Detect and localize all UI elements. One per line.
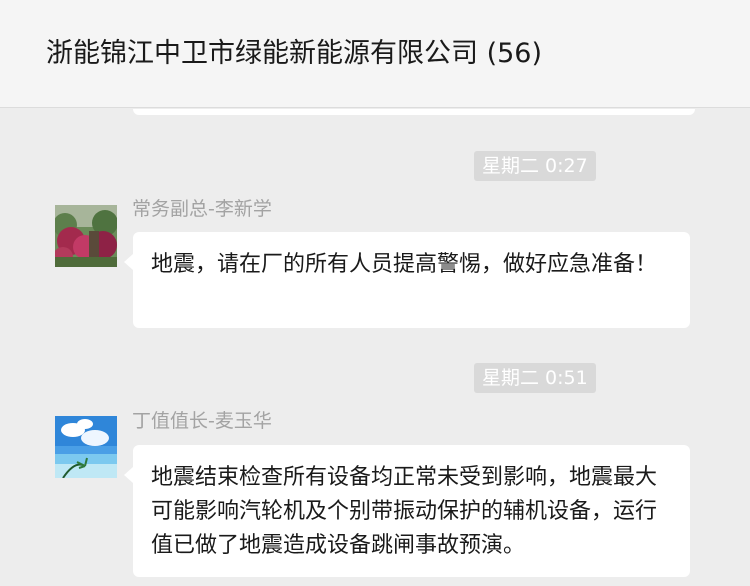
previous-message-bubble (133, 109, 695, 115)
flower-garden-photo-avatar (55, 205, 117, 267)
avatar[interactable] (55, 416, 117, 478)
message-list[interactable]: 星期二 0:27 常务副总-李新学 地震，请在厂的所有人员提高警惕，做好应急准备… (0, 109, 750, 586)
sender-name: 丁值值长-麦玉华 (132, 410, 272, 432)
message-bubble[interactable]: 地震结束检查所有设备均正常未受到影响，地震最大可能影响汽轮机及个别带振动保护的辅… (124, 445, 690, 577)
beach-sky-photo-avatar (55, 416, 117, 478)
avatar[interactable] (55, 205, 117, 267)
message-bubble[interactable]: 地震，请在厂的所有人员提高警惕，做好应急准备！ (124, 232, 690, 328)
message-timestamp: 星期二 0:27 (474, 151, 596, 181)
sender-name: 常务副总-李新学 (132, 198, 272, 220)
group-chat-title: 浙能锦江中卫市绿能新能源有限公司 (56) (46, 38, 543, 69)
message-timestamp: 星期二 0:51 (474, 363, 596, 393)
chat-header: 浙能锦江中卫市绿能新能源有限公司 (56) (0, 0, 750, 108)
